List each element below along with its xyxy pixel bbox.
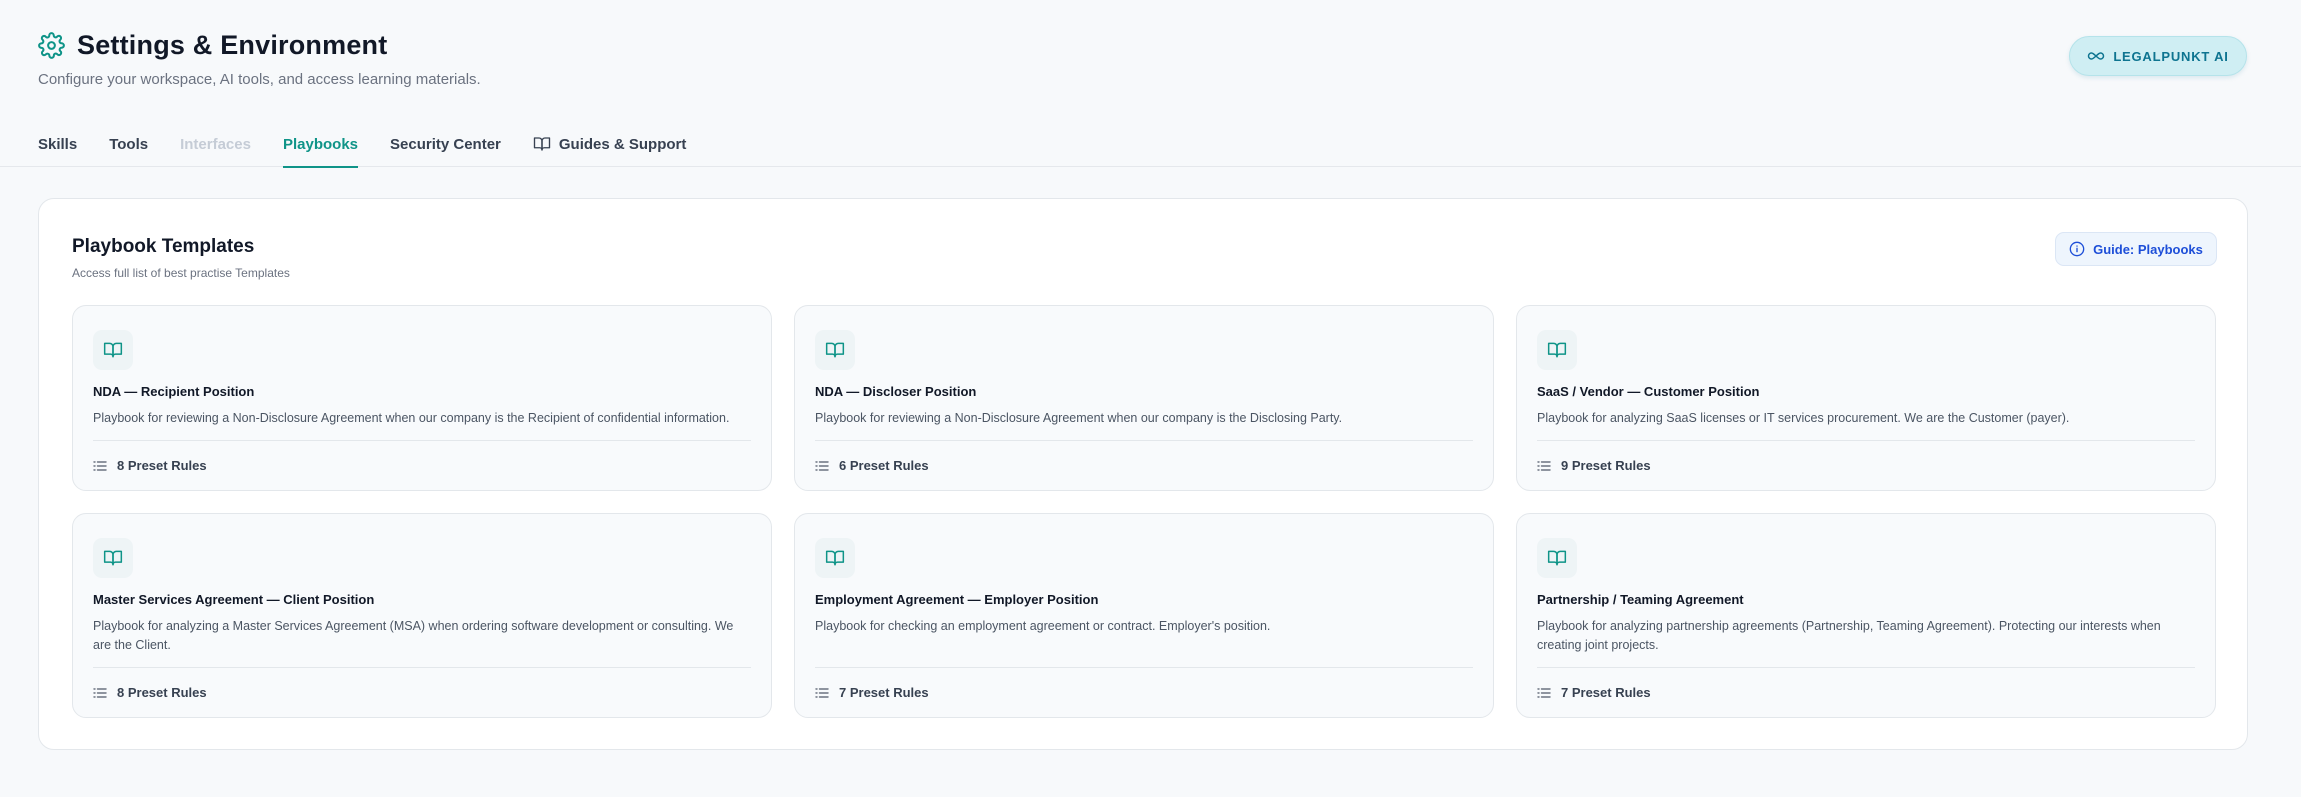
card-footer: 6 Preset Rules: [815, 440, 1473, 490]
card-description: Playbook for reviewing a Non-Disclosure …: [93, 411, 730, 425]
panel-subtitle: Access full list of best practise Templa…: [72, 266, 290, 280]
book-icon: [93, 538, 133, 578]
book-icon: [1537, 330, 1577, 370]
preset-rules-count: 6 Preset Rules: [839, 458, 929, 473]
card-footer: 9 Preset Rules: [1537, 440, 2195, 490]
book-icon: [93, 330, 133, 370]
panel-title: Playbook Templates: [72, 236, 255, 257]
card-footer: 8 Preset Rules: [93, 667, 751, 717]
playbook-card[interactable]: Employment Agreement — Employer Position…: [794, 513, 1494, 718]
tab-label: Security Center: [390, 136, 501, 153]
book-icon: [1537, 538, 1577, 578]
card-description: Playbook for checking an employment agre…: [815, 619, 1271, 633]
tab-bar: Skills Tools Interfaces Playbooks Securi…: [38, 124, 686, 168]
card-title: SaaS / Vendor — Customer Position: [1537, 384, 1760, 399]
preset-rules-count: 9 Preset Rules: [1561, 458, 1651, 473]
book-icon: [815, 330, 855, 370]
infinity-icon: [2088, 52, 2105, 60]
guide-button-label: Guide: Playbooks: [2093, 241, 2203, 257]
book-icon: [533, 137, 551, 151]
page-title: Settings & Environment: [77, 30, 388, 60]
list-icon: [1537, 687, 1551, 698]
brand-button-label: LEGALPUNKT AI: [2113, 48, 2229, 64]
list-icon: [815, 687, 829, 698]
preset-rules-count: 7 Preset Rules: [1561, 685, 1651, 700]
playbook-card[interactable]: NDA — Discloser Position Playbook for re…: [794, 305, 1494, 491]
title-row: Settings & Environment: [38, 30, 481, 61]
tab-skills[interactable]: Skills: [38, 124, 77, 168]
card-title: Partnership / Teaming Agreement: [1537, 592, 1744, 607]
tab-tools[interactable]: Tools: [109, 124, 148, 168]
card-description: Playbook for analyzing partnership agree…: [1537, 619, 2161, 652]
card-footer: 7 Preset Rules: [1537, 667, 2195, 717]
tab-interfaces: Interfaces: [180, 124, 251, 168]
playbook-grid: NDA — Recipient Position Playbook for re…: [72, 305, 2216, 718]
list-icon: [1537, 460, 1551, 471]
tab-security-center[interactable]: Security Center: [390, 124, 501, 168]
tab-label: Guides & Support: [558, 136, 687, 153]
book-icon: [815, 538, 855, 578]
preset-rules-count: 8 Preset Rules: [117, 458, 207, 473]
playbook-templates-panel: Playbook Templates Access full list of b…: [38, 198, 2248, 750]
gear-icon: [38, 32, 65, 59]
card-title: NDA — Recipient Position: [93, 384, 255, 399]
tab-guides-support[interactable]: Guides & Support: [533, 124, 687, 168]
list-icon: [93, 460, 107, 471]
preset-rules-count: 8 Preset Rules: [117, 685, 207, 700]
card-title: Employment Agreement — Employer Position: [815, 592, 1099, 607]
legalpunkt-ai-button[interactable]: LEGALPUNKT AI: [2069, 36, 2247, 76]
list-icon: [815, 460, 829, 471]
preset-rules-count: 7 Preset Rules: [839, 685, 929, 700]
page-subtitle: Configure your workspace, AI tools, and …: [38, 71, 481, 88]
card-title: Master Services Agreement — Client Posit…: [93, 592, 375, 607]
guide-playbooks-button[interactable]: Guide: Playbooks: [2055, 232, 2217, 266]
list-icon: [93, 687, 107, 698]
info-icon: [2069, 241, 2085, 257]
playbook-card[interactable]: NDA — Recipient Position Playbook for re…: [72, 305, 772, 491]
card-description: Playbook for analyzing SaaS licenses or …: [1537, 411, 2070, 425]
playbook-card[interactable]: SaaS / Vendor — Customer Position Playbo…: [1516, 305, 2216, 491]
playbook-card[interactable]: Partnership / Teaming Agreement Playbook…: [1516, 513, 2216, 718]
tab-label: Interfaces: [180, 136, 251, 153]
card-description: Playbook for analyzing a Master Services…: [93, 619, 734, 652]
card-footer: 8 Preset Rules: [93, 440, 751, 490]
tab-label: Playbooks: [282, 136, 358, 153]
card-title: NDA — Discloser Position: [815, 384, 977, 399]
tab-label: Tools: [109, 136, 149, 153]
card-description: Playbook for reviewing a Non-Disclosure …: [815, 411, 1343, 425]
tab-label: Skills: [38, 136, 78, 153]
playbook-card[interactable]: Master Services Agreement — Client Posit…: [72, 513, 772, 718]
tab-playbooks[interactable]: Playbooks: [282, 124, 358, 168]
page-header: Settings & Environment Configure your wo…: [38, 30, 481, 88]
card-footer: 7 Preset Rules: [815, 667, 1473, 717]
